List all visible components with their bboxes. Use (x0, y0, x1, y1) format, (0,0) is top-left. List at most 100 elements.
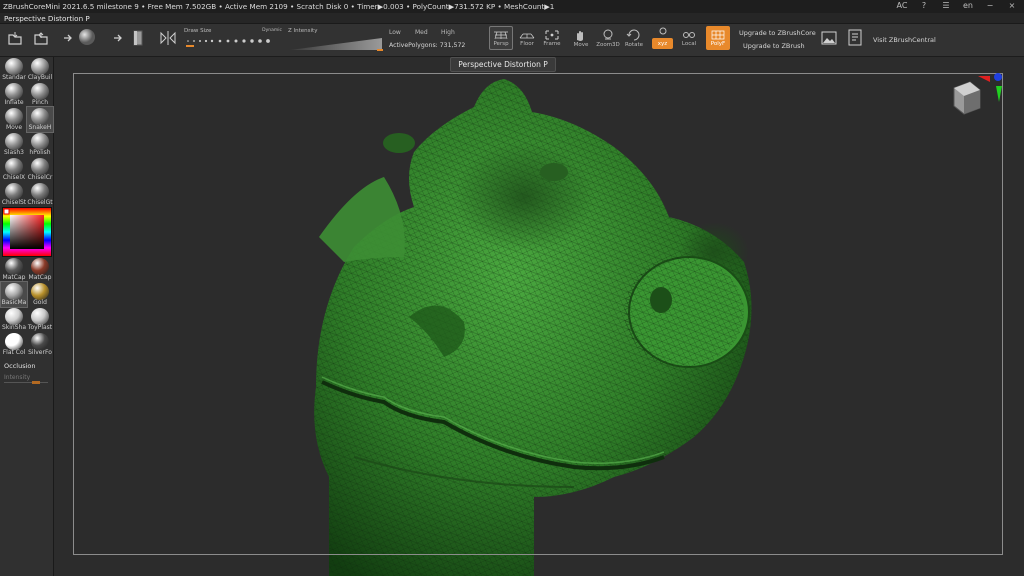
brush-item[interactable]: Standar (1, 57, 27, 82)
brush-item[interactable]: ClayBuil (27, 57, 53, 82)
material-sphere-icon (31, 308, 49, 325)
material-item[interactable]: SkinSha (1, 307, 27, 332)
navigation-cube[interactable] (944, 72, 1004, 132)
brush-item[interactable]: Pinch (27, 82, 53, 107)
intensity-slider-knob[interactable] (32, 381, 40, 384)
help-icon[interactable]: ? (918, 1, 930, 10)
cylinder-icon (133, 30, 143, 46)
material-sphere-icon (5, 283, 23, 300)
brush-thumbnail-icon (31, 158, 49, 175)
brush-thumbnail-icon (5, 83, 23, 100)
ac-indicator[interactable]: AC (896, 1, 908, 10)
intensity-slider[interactable] (4, 381, 48, 384)
material-sphere-icon (31, 258, 49, 275)
canvas-viewport[interactable] (54, 57, 1024, 576)
local-symmetry-icon (683, 31, 695, 38)
brush-label: Inflate (4, 99, 24, 106)
open-file-button[interactable] (6, 28, 24, 48)
zoom-hand-icon (603, 29, 613, 39)
symmetry-button[interactable] (158, 28, 178, 48)
material-label: BasicMa (1, 299, 27, 306)
brush-item[interactable]: Inflate (1, 82, 27, 107)
save-file-button[interactable] (32, 28, 50, 48)
arrow-right-icon (114, 34, 122, 42)
floor-button[interactable]: Floor (516, 26, 538, 50)
med-button[interactable]: Med (415, 29, 428, 36)
frame-icon (545, 30, 559, 39)
brush-label: ChiselX (2, 174, 26, 181)
material-item[interactable]: BasicMa (0, 281, 28, 308)
brush-item[interactable]: ChiselSt (1, 182, 27, 207)
material-label: MatCap (28, 274, 52, 281)
z-intensity-slider[interactable]: Z Intensity (288, 27, 386, 53)
active-polygons-readout: ActivePolygons: 731,572 (389, 42, 466, 49)
close-icon[interactable]: × (1006, 1, 1018, 10)
material-label: MatCap (2, 274, 26, 281)
tooltip: Perspective Distortion P (450, 57, 556, 72)
sphere-icon (79, 29, 95, 45)
document-button[interactable] (846, 28, 864, 48)
image-button[interactable] (820, 30, 838, 46)
frame-button[interactable]: Frame (541, 26, 563, 50)
move-view-button[interactable]: Move (570, 26, 592, 50)
low-button[interactable]: Low (389, 29, 401, 36)
material-item[interactable]: SilverFo (27, 332, 53, 357)
local-label: Local (681, 40, 697, 47)
brush-label: hPolish (29, 149, 51, 156)
material-label: ToyPlast (27, 324, 53, 331)
draw-size-slider[interactable]: Draw Size Dynamic (184, 27, 282, 53)
brush-label: ChiselGt (27, 199, 53, 206)
material-sphere-icon (31, 283, 49, 300)
intensity-label: Intensity (4, 374, 31, 381)
upgrade-zbrush-link[interactable]: Upgrade to ZBrush (743, 42, 805, 50)
symmetry-icon (160, 31, 176, 45)
brush-item[interactable]: hPolish (27, 132, 53, 157)
material-swatch-button[interactable] (131, 28, 145, 48)
current-tool-sphere[interactable] (78, 28, 96, 46)
color-picker[interactable] (2, 207, 52, 257)
upgrade-core-link[interactable]: Upgrade to ZBrushCore (739, 29, 816, 37)
material-item[interactable]: Gold (27, 282, 53, 307)
import-arrow-button[interactable] (62, 31, 76, 45)
language-selector[interactable]: en (962, 1, 974, 10)
open-folder-icon (8, 32, 22, 45)
material-item[interactable]: ToyPlast (27, 307, 53, 332)
polyf-button[interactable]: PolyF (706, 26, 730, 50)
brush-item[interactable]: ChiselX (1, 157, 27, 182)
move-label: Move (573, 41, 589, 48)
high-button[interactable]: High (441, 29, 455, 36)
rotate-label: Rotate (624, 41, 643, 48)
xyz-axis-icon (659, 27, 667, 35)
xyz-button[interactable]: xyz (652, 38, 673, 49)
brush-label: Standar (2, 74, 26, 81)
material-sphere-icon (5, 333, 23, 350)
material-item[interactable]: MatCap (1, 257, 27, 282)
local-button[interactable]: Local (678, 26, 700, 50)
zoom3d-button[interactable]: Zoom3D (596, 26, 620, 50)
brush-item[interactable]: ChiselGt (27, 182, 53, 207)
occlusion-label[interactable]: Occlusion (4, 362, 35, 370)
export-arrow-button[interactable] (112, 31, 126, 45)
material-item[interactable]: MatCap (27, 257, 53, 282)
brush-label: ChiselSt (1, 199, 27, 206)
brush-item[interactable]: SnakeH (26, 106, 54, 133)
menu-icon[interactable]: ☰ (940, 1, 952, 10)
image-icon (821, 31, 837, 45)
brush-thumbnail-icon (31, 183, 49, 200)
document-frame (73, 73, 1003, 555)
rotate-button[interactable]: Rotate (623, 26, 645, 50)
zoom3d-label: Zoom3D (596, 41, 620, 48)
persp-button[interactable]: Persp (489, 26, 513, 50)
visit-zbrushcentral-link[interactable]: Visit ZBrushCentral (873, 36, 936, 44)
brush-thumbnail-icon (31, 58, 49, 75)
brush-item[interactable]: Move (1, 107, 27, 132)
brush-item[interactable]: Slash3 (1, 132, 27, 157)
xyz-label: xyz (657, 41, 668, 47)
brush-label: ChiselCr (27, 174, 53, 181)
material-item[interactable]: Flat Col (1, 332, 27, 357)
axis-red-icon (978, 76, 990, 82)
color-wheel (3, 208, 51, 256)
brush-item[interactable]: ChiselCr (27, 157, 53, 182)
material-sphere-icon (31, 333, 49, 350)
minimize-icon[interactable]: − (984, 1, 996, 10)
